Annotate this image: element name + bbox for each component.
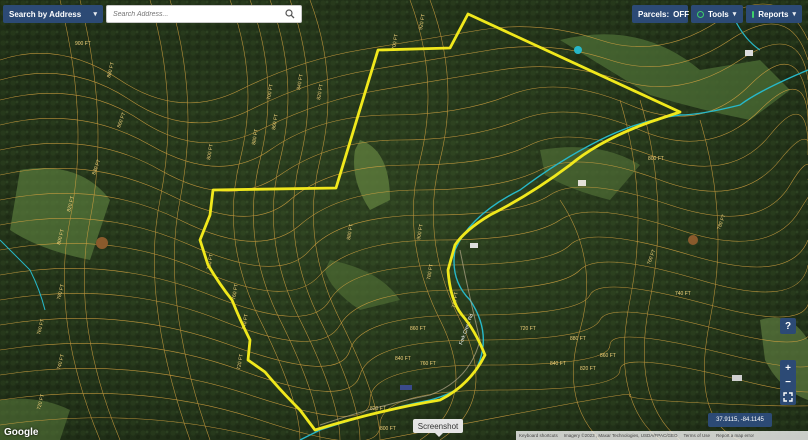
report-error-link[interactable]: Report a map error — [716, 433, 754, 438]
search-by-dropdown[interactable]: Search by Address ▾ — [3, 5, 103, 23]
contour-label: 880 FT — [570, 336, 586, 342]
parcels-toggle[interactable]: Parcels: OFF — [632, 5, 690, 23]
plus-icon: + — [785, 362, 791, 374]
help-icon: ? — [784, 320, 792, 332]
contour-label: 840 FT — [395, 356, 411, 362]
help-button[interactable]: ? — [780, 318, 796, 334]
reports-menu-button[interactable]: Reports ▾ — [746, 5, 802, 23]
satellite-map[interactable]: 900 FT880 FT860 FT840 FT820 FT800 FT780 … — [0, 0, 808, 440]
parcels-state: OFF — [673, 9, 690, 19]
contour-label: 720 FT — [520, 326, 536, 332]
contour-label: 740 FT — [675, 291, 691, 297]
coordinates-readout: 37.9115, -84.1145 — [708, 413, 772, 427]
search-icon[interactable] — [285, 9, 295, 19]
reports-label: Reports — [758, 9, 789, 19]
search-bar[interactable] — [106, 5, 302, 23]
contour-label: 900 FT — [75, 41, 91, 47]
contour-label: 760 FT — [420, 361, 436, 367]
contour-label: 860 FT — [600, 353, 616, 359]
terms-link[interactable]: Terms of Use — [683, 433, 710, 438]
map-attribution: Keyboard shortcuts Imagery ©2023 , Maxar… — [516, 431, 808, 440]
contour-label: 800 FT — [648, 156, 664, 162]
fullscreen-icon — [783, 392, 793, 402]
tools-menu-button[interactable]: Tools ▾ — [691, 5, 743, 23]
zoom-out-button[interactable]: − — [780, 374, 796, 390]
screenshot-button[interactable]: Screenshot — [413, 419, 463, 433]
contour-label: 820 FT — [580, 366, 596, 372]
contour-label: 800 FT — [380, 426, 396, 432]
imagery-credit: Imagery ©2023 , Maxar Technologies, USDA… — [563, 433, 678, 438]
reports-icon — [752, 10, 755, 18]
tools-icon — [697, 10, 704, 18]
chevron-down-icon: ▾ — [93, 11, 97, 18]
contour-label: 840 FT — [550, 361, 566, 367]
contour-label: 860 FT — [410, 326, 426, 332]
parcels-label: Parcels: — [638, 9, 670, 19]
keyboard-shortcuts-link[interactable]: Keyboard shortcuts — [519, 433, 558, 438]
chevron-down-icon: ▾ — [792, 11, 796, 18]
minus-icon: − — [785, 376, 791, 388]
search-by-label: Search by Address — [9, 9, 82, 19]
screenshot-caret — [435, 433, 443, 437]
google-logo: Google — [4, 427, 39, 438]
tools-label: Tools — [708, 9, 729, 19]
search-input[interactable] — [113, 10, 285, 18]
fullscreen-button[interactable] — [780, 389, 796, 405]
chevron-down-icon: ▾ — [732, 11, 737, 18]
